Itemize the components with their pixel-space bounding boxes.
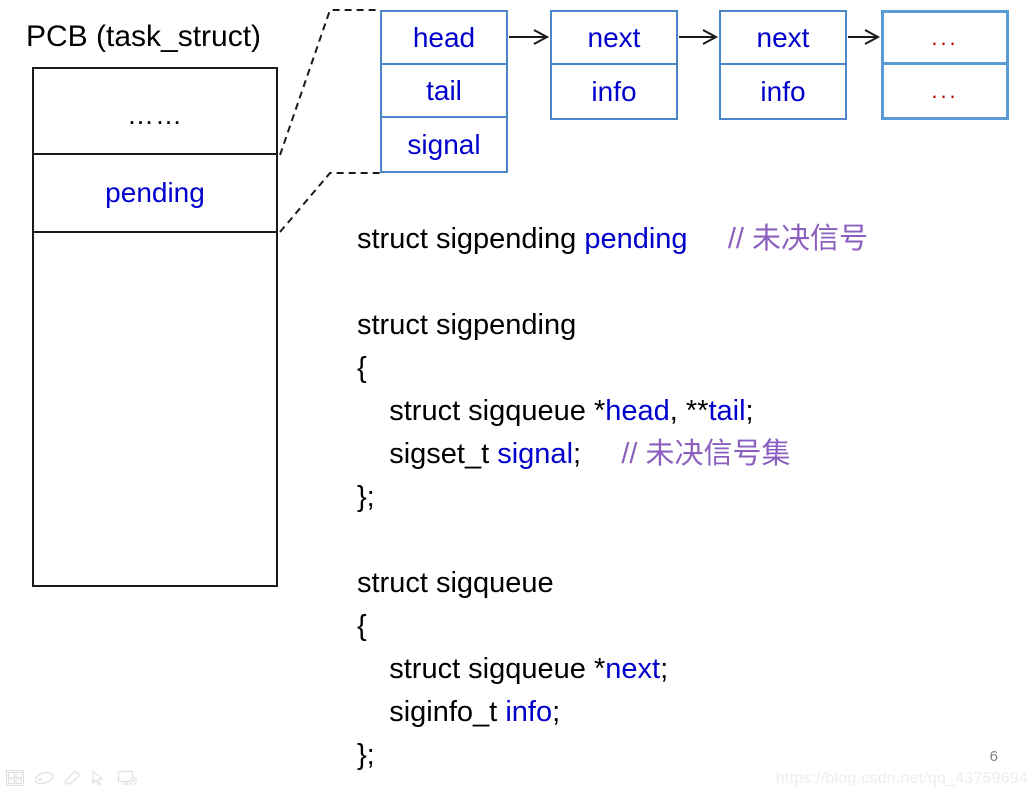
- pcb-row-ellipsis-label: ……: [127, 99, 183, 130]
- code-segment-blue: next: [605, 653, 661, 685]
- pcb-box: …… pending: [32, 67, 278, 587]
- node-sigpending: head tail signal: [380, 10, 508, 173]
- code-segment-plain: };: [357, 481, 375, 513]
- code-segment-plain: struct sigpending: [357, 223, 585, 255]
- code-segment-blue: signal: [497, 438, 574, 470]
- pcb-row-ellipsis: ……: [34, 69, 276, 155]
- code-segment-plain: siginfo_t: [357, 696, 506, 728]
- pcb-row-pending: pending: [34, 155, 276, 233]
- code-segment-plain: struct sigqueue *: [357, 395, 606, 427]
- code-segment-plain: };: [357, 739, 375, 771]
- code-segment-plain: ;: [660, 653, 669, 685]
- code-segment-blue: info: [505, 696, 553, 728]
- code-line-sigpending-members-1: struct sigqueue *head, **tail;: [357, 390, 1017, 433]
- node-sigqueue-1-cell-next: next: [552, 12, 676, 65]
- arrow-node2-to-node3: [848, 29, 881, 45]
- code-line-sigqueue-members-1: struct sigqueue *next;: [357, 648, 1017, 691]
- node-sigpending-cell-signal: signal: [407, 128, 481, 160]
- code-line-sigpending-open: {: [357, 347, 1017, 390]
- code-segment-plain: ;: [552, 696, 561, 728]
- code-line-sigqueue-head: struct sigqueue: [357, 562, 1017, 605]
- code-segment-plain: ;: [573, 438, 622, 470]
- code-segment-plain: {: [357, 352, 367, 384]
- arrow-node1-to-node2: [679, 29, 719, 45]
- watermark: https://blog.csdn.net/qq_43759694: [775, 770, 1028, 787]
- slide-navigator-icon[interactable]: [6, 770, 24, 786]
- pointer-icon[interactable]: [90, 770, 108, 786]
- pcb-row-empty: [34, 233, 276, 585]
- pen-icon[interactable]: [34, 770, 54, 786]
- arrow-head-to-node1: [509, 29, 550, 45]
- node-sigqueue-more-cell-1: ...: [884, 13, 1006, 65]
- page-number: 6: [989, 748, 998, 765]
- node-sigqueue-1-cell-info: info: [591, 75, 637, 107]
- code-segment-blue: pending: [584, 223, 688, 255]
- code-segment-blue: head: [605, 395, 670, 427]
- code-segment-plain: struct sigpending: [357, 309, 577, 341]
- code-line-sigpending-members-2: sigset_t signal; // 未决信号集: [357, 433, 1017, 476]
- code-segment-plain: ;: [745, 395, 754, 427]
- presentation-slide: PCB (task_struct) …… pending head tail s…: [0, 0, 1036, 792]
- node-sigqueue-more: ... ...: [881, 10, 1009, 120]
- code-line-blank-1: [357, 261, 1017, 304]
- code-line-sigpending-close: };: [357, 476, 1017, 519]
- code-line-sigqueue-members-2: siginfo_t info;: [357, 691, 1017, 734]
- node-sigqueue-1: next info: [550, 10, 678, 120]
- node-sigqueue-2-cell-next: next: [721, 12, 845, 65]
- pcb-row-pending-label: pending: [105, 177, 205, 208]
- code-line-sigpending-head: struct sigpending: [357, 304, 1017, 347]
- code-listing: struct sigpending pending // 未决信号 struct …: [357, 218, 1017, 777]
- code-segment-plain: struct sigqueue: [357, 567, 554, 599]
- node-sigqueue-2-cell-info: info: [760, 75, 806, 107]
- presenter-toolbar[interactable]: [6, 770, 137, 786]
- code-line-sigqueue-open: {: [357, 605, 1017, 648]
- code-segment-comment: // 未决信号集: [621, 438, 791, 470]
- code-segment-plain: sigset_t: [357, 438, 498, 470]
- code-segment-plain: {: [357, 610, 367, 642]
- node-sigpending-cell-head: head: [382, 12, 506, 65]
- code-segment-plain: struct sigqueue *: [357, 653, 606, 685]
- display-settings-icon[interactable]: [118, 770, 137, 786]
- code-line-blank-2: [357, 519, 1017, 562]
- pcb-title: PCB (task_struct): [26, 20, 262, 53]
- code-segment-blue: tail: [708, 395, 746, 427]
- code-segment-plain: , **: [669, 395, 709, 427]
- code-segment-comment: // 未决信号: [727, 223, 868, 255]
- callout-line-top: [279, 9, 380, 156]
- node-sigqueue-more-cell-2: ...: [931, 78, 959, 103]
- highlighter-icon[interactable]: [62, 770, 80, 786]
- code-line-decl-pending: struct sigpending pending // 未决信号: [357, 218, 1017, 261]
- node-sigpending-cell-tail: tail: [382, 65, 506, 118]
- code-segment-plain: [688, 223, 728, 255]
- node-sigqueue-2: next info: [719, 10, 847, 120]
